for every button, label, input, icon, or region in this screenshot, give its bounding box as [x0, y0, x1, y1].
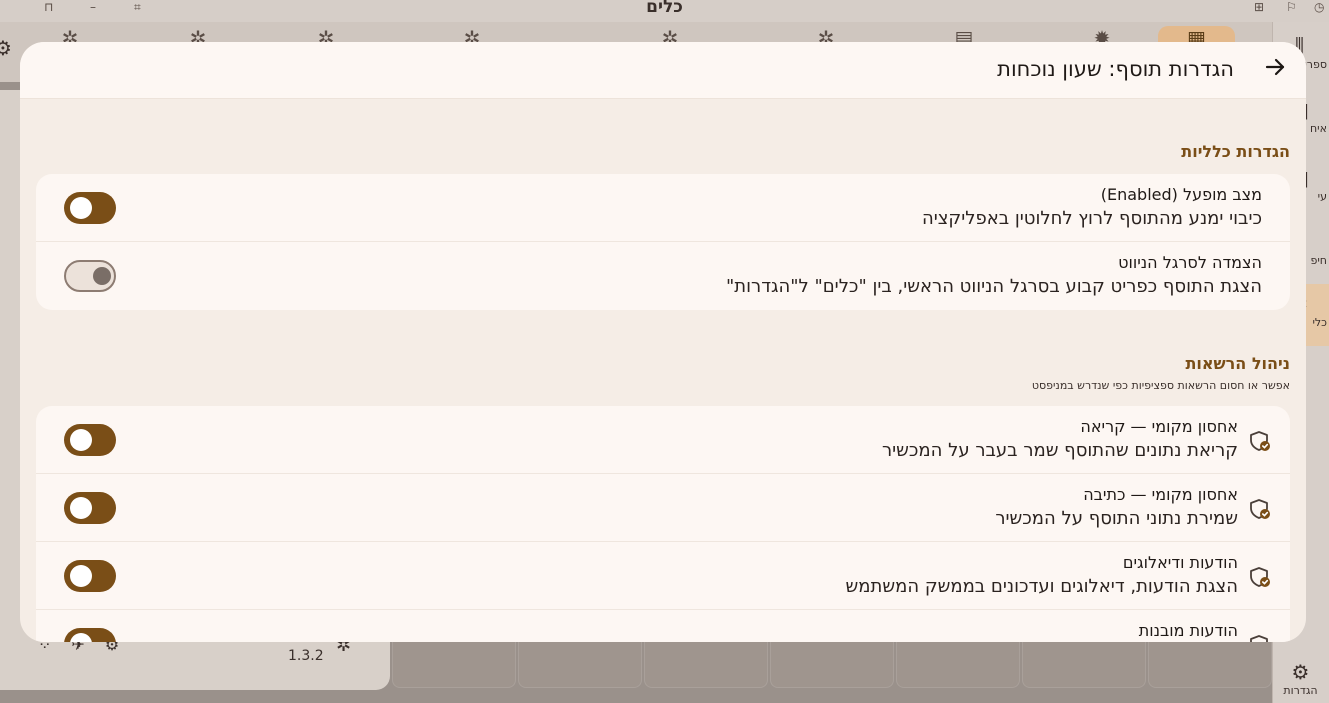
permission-title: אחסון מקומי — כתיבה — [1083, 485, 1238, 504]
app-title: כלים — [646, 0, 683, 17]
modal-title: הגדרות תוסף: שעון נוכחות — [997, 57, 1234, 81]
storage-write-toggle[interactable] — [64, 492, 116, 524]
new-tab-icon[interactable]: ⊞ — [1254, 0, 1264, 14]
gear-icon[interactable]: ⚙ — [0, 36, 12, 60]
setting-row-enabled: מצב מופעל (Enabled) כיבוי ימנע מהתוסף לר… — [36, 174, 1290, 242]
permission-row: אחסון מקומי — כתיבה שמירת נתוני התוסף על… — [36, 474, 1290, 542]
setting-title: הצמדה לסרגל הניווט — [1118, 253, 1262, 272]
bookmark-icon[interactable]: ⚐ — [1286, 0, 1297, 14]
arrow-right-icon — [1265, 58, 1285, 76]
general-settings-heading: הגדרות כלליות — [1181, 142, 1290, 161]
rail-item-settings[interactable]: ⚙ הגדרות — [1272, 660, 1329, 697]
shield-check-icon — [1250, 431, 1270, 451]
permission-row: הודעות ודיאלוגים הצגת הודעות, דיאלוגים ו… — [36, 542, 1290, 610]
notifications-dialogs-toggle[interactable] — [64, 560, 116, 592]
plugin-settings-modal: הגדרות תוסף: שעון נוכחות הגדרות כלליות מ… — [20, 42, 1306, 642]
enabled-toggle[interactable] — [64, 192, 116, 224]
permission-title: אחסון מקומי — קריאה — [1080, 417, 1238, 436]
permission-description: קריאת נתונים שהתוסף שמר בעבר על המכשיר — [881, 440, 1238, 461]
setting-description: הצגת התוסף כפריט קבוע בסרגל הניווט הראשי… — [726, 276, 1262, 297]
permission-title: הודעות ודיאלוגים — [1122, 553, 1238, 572]
permission-description: שמירת נתוני התוסף על המכשיר — [995, 508, 1238, 529]
permission-row: אחסון מקומי — קריאה קריאת נתונים שהתוסף … — [36, 406, 1290, 474]
storage-read-toggle[interactable] — [64, 424, 116, 456]
gear-icon: ⚙ — [1291, 660, 1310, 684]
background-grid — [392, 642, 1272, 688]
permissions-heading: ניהול הרשאות — [1185, 354, 1290, 373]
builtin-notifications-toggle[interactable] — [64, 628, 116, 642]
permission-description: הצגת הודעות, דיאלוגים ועדכונים בממשק המש… — [845, 576, 1238, 597]
pin-to-nav-toggle[interactable] — [64, 260, 116, 292]
plugin-version: 1.3.2 — [288, 648, 324, 664]
setting-description: כיבוי ימנע מהתוסף לרוץ לחלוטין באפליקציה — [921, 208, 1262, 229]
shield-check-icon — [1250, 635, 1268, 642]
shield-check-icon — [1250, 567, 1270, 587]
back-button[interactable] — [1262, 56, 1288, 84]
modal-header: הגדרות תוסף: שעון נוכחות — [20, 42, 1306, 99]
history-icon[interactable]: ◷ — [1314, 0, 1324, 14]
permission-row: הודעות מובנות — [36, 610, 1290, 642]
window-control-icon[interactable]: ⊓ — [44, 0, 53, 14]
setting-title: מצב מופעל (Enabled) — [1100, 185, 1262, 204]
permissions-card: אחסון מקומי — קריאה קריאת נתונים שהתוסף … — [36, 406, 1290, 642]
general-settings-card: מצב מופעל (Enabled) כיבוי ימנע מהתוסף לר… — [36, 174, 1290, 310]
setting-row-pin-to-nav: הצמדה לסרגל הניווט הצגת התוסף כפריט קבוע… — [36, 242, 1290, 310]
permissions-subtitle: אפשר או חסום הרשאות ספציפיות כפי שנדרש ב… — [1031, 379, 1290, 392]
shield-check-icon — [1250, 499, 1270, 519]
permission-title: הודעות מובנות — [1138, 621, 1238, 640]
minimize-icon[interactable]: – — [90, 0, 96, 14]
maximize-icon[interactable]: ⌗ — [134, 0, 141, 15]
app-titlebar: כלים ⊓ – ⌗ ⊞ ⚐ ◷ — [0, 0, 1329, 22]
